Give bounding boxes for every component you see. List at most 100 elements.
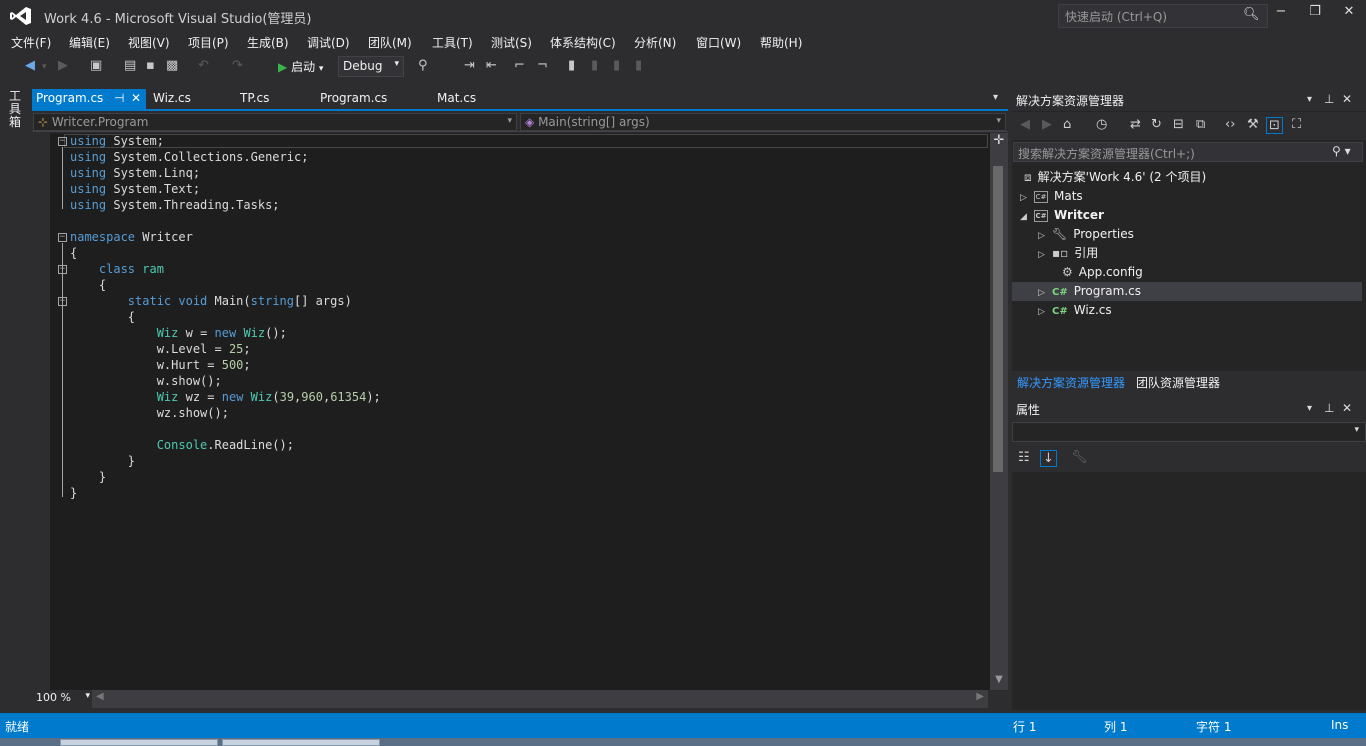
menu-file[interactable]: 文件(F) (11, 34, 51, 51)
next-bookmark-icon[interactable]: ▮ (613, 58, 620, 73)
preview-icon[interactable]: ⊡ (1266, 117, 1283, 134)
collapse-all-icon[interactable]: ⊟ (1173, 117, 1184, 132)
close-tab-icon[interactable]: ✕ (131, 91, 141, 105)
scroll-down-icon[interactable]: ▼ (990, 674, 1008, 688)
start-debugging-button[interactable]: ▶ 启动 ▾ (278, 58, 323, 75)
uncomment-icon[interactable]: ¬ (537, 58, 548, 73)
maximize-button[interactable]: ❐ (1300, 4, 1330, 26)
home-icon[interactable]: ⌂ (1063, 117, 1071, 132)
expand-arrow-icon[interactable]: ▷ (1038, 246, 1052, 265)
categorized-icon[interactable]: ☷ (1018, 450, 1030, 465)
pending-changes-icon[interactable]: ◷ (1096, 117, 1107, 132)
open-file-icon[interactable]: ▤ (124, 58, 136, 73)
property-pages-icon[interactable]: 🔧︎ (1071, 450, 1088, 465)
properties-icon[interactable]: ⚒ (1247, 117, 1259, 132)
scroll-right-icon[interactable]: ▶ (976, 691, 984, 702)
quick-launch-input[interactable]: 快速启动 (Ctrl+Q) (1058, 4, 1268, 28)
scrollbar-thumb[interactable] (993, 166, 1003, 472)
navigate-forward-icon[interactable]: ▶ (58, 58, 68, 73)
find-in-files-icon[interactable]: ⚲ (418, 58, 428, 73)
menu-tools[interactable]: 工具(T) (432, 34, 473, 51)
split-window-icon[interactable]: ✛ (990, 133, 1008, 149)
collapse-region-icon[interactable]: − (58, 137, 67, 146)
close-icon[interactable]: ✕ (1342, 401, 1352, 415)
tree-item-mats[interactable]: ▷ C# Mats (1020, 187, 1083, 206)
tree-item-wiz-cs[interactable]: ▷ C# Wiz.cs (1038, 301, 1112, 320)
close-button[interactable]: ✕ (1334, 4, 1364, 26)
tab-overflow-icon[interactable]: ▾ (993, 92, 998, 103)
search-icon[interactable]: ⚲ ▾ (1332, 144, 1351, 158)
solution-explorer-search-input[interactable]: 搜索解决方案资源管理器(Ctrl+;) (1013, 142, 1363, 162)
view-code-icon[interactable]: ‹› (1225, 117, 1235, 132)
clear-bookmarks-icon[interactable]: ▮ (635, 58, 642, 73)
search-icon[interactable]: 🔍︎ (1243, 7, 1260, 22)
tree-item-program-cs[interactable]: ▷ C# Program.cs (1038, 282, 1141, 301)
alphabetical-icon[interactable]: ↓ (1040, 450, 1057, 467)
collapse-arrow-icon[interactable]: ◢ (1020, 208, 1034, 227)
chevron-down-icon[interactable]: ▾ (1307, 403, 1312, 414)
menu-view[interactable]: 视图(V) (128, 34, 170, 51)
menu-architecture[interactable]: 体系结构(C) (550, 34, 616, 51)
pin-icon[interactable]: ⊥ (1324, 401, 1334, 415)
type-dropdown[interactable]: ⊹ Writcer.Program ▾ (33, 113, 517, 131)
member-dropdown[interactable]: ◈ Main(string[] args) ▾ (520, 113, 1006, 131)
tree-item-properties[interactable]: ▷ 🔧︎ Properties (1038, 225, 1134, 244)
expand-arrow-icon[interactable]: ▷ (1038, 303, 1052, 322)
tab-program-cs[interactable]: Program.cs (316, 89, 391, 109)
save-all-icon[interactable]: ▩ (166, 58, 178, 73)
scroll-left-icon[interactable]: ◀ (96, 691, 104, 702)
tree-solution[interactable]: ⧈ 解决方案'Work 4.6' (2 个项目) (1024, 168, 1206, 187)
menu-help[interactable]: 帮助(H) (760, 34, 802, 51)
outdent-icon[interactable]: ⇤ (486, 58, 497, 73)
menu-project[interactable]: 项目(P) (188, 34, 229, 51)
new-project-icon[interactable]: ▣ (90, 58, 102, 73)
tab-tp-cs[interactable]: TP.cs (236, 89, 273, 109)
zoom-select[interactable]: 100 % ▾ (32, 690, 92, 708)
back-icon[interactable]: ◀ (1020, 117, 1030, 132)
menu-team[interactable]: 团队(M) (368, 34, 412, 51)
close-icon[interactable]: ✕ (1342, 92, 1352, 106)
tree-item-references[interactable]: ▷ ▪▫ 引用 (1038, 244, 1098, 263)
horizontal-scrollbar[interactable]: ◀ ▶ (92, 690, 988, 708)
tab-mat-cs[interactable]: Mat.cs (433, 89, 480, 109)
tree-item-app-config[interactable]: ⚙ App.config (1052, 263, 1143, 282)
collapse-region-icon[interactable]: − (58, 265, 67, 274)
menu-analyze[interactable]: 分析(N) (634, 34, 676, 51)
toolbox-tab[interactable]: 工具箱 (9, 90, 23, 129)
minimize-button[interactable]: − (1266, 4, 1296, 26)
chevron-down-icon[interactable]: ▾ (42, 62, 47, 72)
tab-program-cs-active[interactable]: Program.cs ⊣ ✕ (32, 89, 146, 109)
tab-wiz-cs[interactable]: Wiz.cs (149, 89, 195, 109)
bookmark-icon[interactable]: ▮ (568, 58, 575, 73)
prev-bookmark-icon[interactable]: ▮ (591, 58, 598, 73)
menu-build[interactable]: 生成(B) (247, 34, 289, 51)
pin-icon[interactable]: ⊣ (114, 91, 124, 105)
show-all-files-icon[interactable]: ⧉ (1196, 117, 1205, 132)
pin-icon[interactable]: ⊥ (1324, 92, 1334, 106)
comment-icon[interactable]: ⌐ (514, 58, 525, 73)
redo-icon[interactable]: ↷ (232, 58, 243, 73)
chevron-down-icon[interactable]: ▾ (1307, 94, 1312, 105)
save-icon[interactable]: ▪ (146, 58, 155, 73)
properties-object-select[interactable]: ▾ (1012, 422, 1366, 442)
tree-item-writcer[interactable]: ◢ C# Writcer (1020, 206, 1104, 225)
undo-icon[interactable]: ↶ (198, 58, 209, 73)
forward-icon[interactable]: ▶ (1042, 117, 1052, 132)
menu-test[interactable]: 测试(S) (491, 34, 532, 51)
tab-solution-explorer[interactable]: 解决方案资源管理器 (1017, 374, 1125, 391)
taskbar-button[interactable] (60, 739, 218, 746)
menu-edit[interactable]: 编辑(E) (69, 34, 110, 51)
class-view-icon[interactable]: ⛶ (1292, 117, 1301, 132)
taskbar-button[interactable] (222, 739, 380, 746)
navigate-back-icon[interactable]: ◀ (25, 58, 35, 73)
menu-window[interactable]: 窗口(W) (696, 34, 741, 51)
refresh-icon[interactable]: ↻ (1151, 117, 1162, 132)
solution-configuration-select[interactable]: Debug ▾ (338, 56, 404, 77)
collapse-region-icon[interactable]: − (58, 233, 67, 242)
indent-icon[interactable]: ⇥ (464, 58, 475, 73)
keyword: using (70, 134, 107, 148)
collapse-region-icon[interactable]: − (58, 297, 67, 306)
menu-debug[interactable]: 调试(D) (307, 34, 350, 51)
tab-team-explorer[interactable]: 团队资源管理器 (1136, 374, 1220, 391)
sync-icon[interactable]: ⇄ (1130, 117, 1141, 132)
